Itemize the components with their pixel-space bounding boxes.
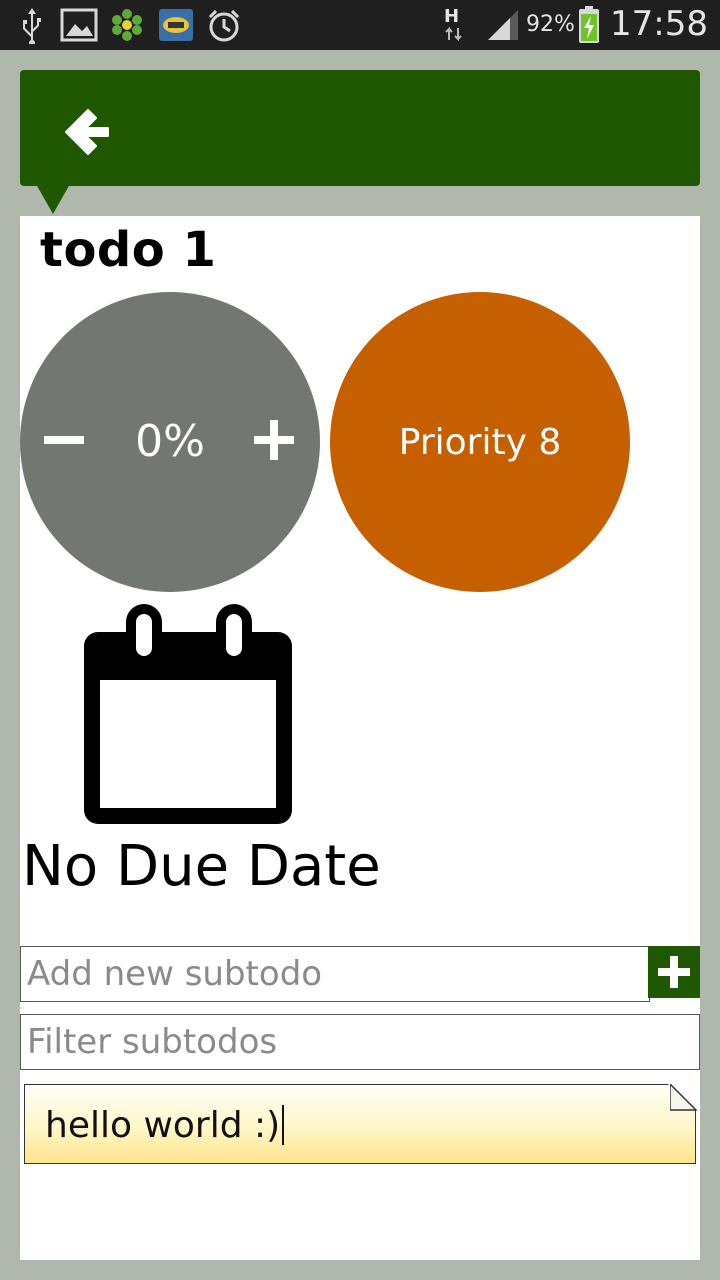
priority-button[interactable]: Priority 8: [330, 292, 630, 592]
todo-title: todo 1: [40, 222, 217, 278]
text-caret: [282, 1105, 285, 1145]
signal-icon: [488, 10, 518, 40]
progress-circle: 0%: [20, 292, 320, 592]
page-fold-icon: [670, 1084, 697, 1111]
note-text: hello world :): [45, 1105, 281, 1146]
action-bar-pointer: [36, 184, 70, 214]
action-bar: [20, 70, 700, 186]
gallery-icon: [60, 8, 98, 42]
due-date-label: No Due Date: [22, 834, 381, 899]
add-subtodo-button[interactable]: [648, 946, 700, 998]
plus-icon[interactable]: [254, 420, 294, 460]
battery-percent: 92%: [526, 12, 575, 37]
network-type: H: [444, 6, 460, 27]
usb-icon: [23, 8, 41, 44]
battery-charging-icon: [579, 6, 599, 43]
clock: 17:58: [610, 4, 708, 44]
filter-subtodos-input[interactable]: Filter subtodos: [20, 1014, 700, 1070]
sticky-note-input[interactable]: hello world :): [24, 1084, 696, 1164]
todo-detail-card: todo 1 0% Priority 8 No Due Date Add new…: [20, 216, 700, 1260]
note-text-wrap: hello world :): [45, 1105, 285, 1146]
calendar-icon[interactable]: [82, 600, 294, 826]
add-subtodo-input[interactable]: Add new subtodo: [20, 946, 650, 1002]
data-arrows-icon: [445, 26, 462, 42]
mail-app-icon: [159, 9, 193, 41]
status-bar: H 92% 17:58: [0, 0, 720, 50]
priority-label: Priority 8: [398, 422, 562, 463]
back-arrow-icon[interactable]: [58, 104, 114, 160]
plus-icon: [658, 956, 690, 988]
icq-icon: [112, 9, 142, 41]
alarm-icon: [208, 9, 240, 42]
